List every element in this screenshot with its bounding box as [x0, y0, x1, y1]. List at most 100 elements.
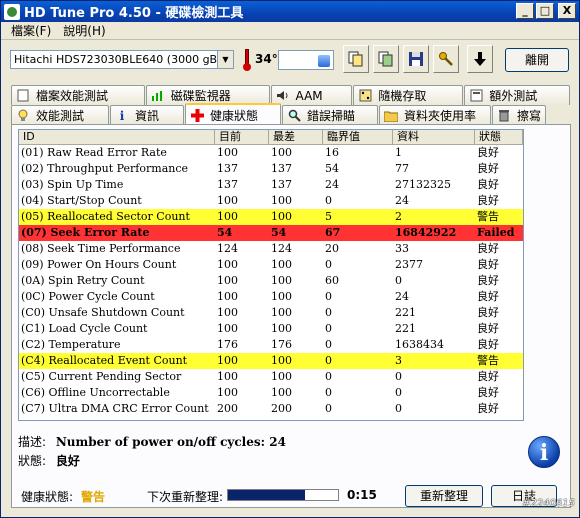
cell-thr: 0: [325, 370, 332, 383]
tab-file-benchmark[interactable]: 檔案效能測試: [11, 85, 145, 105]
health-status-label: 健康狀態:: [21, 490, 74, 504]
file-icon: [16, 89, 30, 103]
tab-label: 資料夾使用率: [404, 109, 477, 123]
table-row[interactable]: (0A) Spin Retry Count 100 100 60 0 良好: [19, 273, 523, 289]
cell-cur: 137: [217, 162, 238, 175]
copy-icon: [348, 51, 363, 67]
table-row[interactable]: (C2) Temperature 176 176 0 1638434 良好: [19, 337, 523, 353]
tab-info[interactable]: i 資訊: [110, 105, 184, 125]
copy-all-icon: [378, 51, 393, 67]
cell-thr: 20: [325, 242, 339, 255]
cell-data: 77: [395, 162, 409, 175]
state-label: 狀態:: [18, 454, 47, 468]
drive-name: Hitachi HDS723030BLE640 (3000 gB): [14, 53, 222, 66]
table-row[interactable]: (09) Power On Hours Count 100 100 0 2377 良好: [19, 257, 523, 273]
column-header-current[interactable]: 目前: [215, 130, 269, 144]
chart-icon: [151, 89, 165, 103]
next-refresh-label: 下次重新整理:: [147, 490, 224, 504]
info-icon: i: [528, 436, 560, 468]
tab-random-access[interactable]: 隨機存取: [353, 85, 464, 105]
table-row[interactable]: (02) Throughput Performance 137 137 54 77 良好: [19, 161, 523, 177]
thermometer-icon: [241, 49, 253, 71]
tab-aam[interactable]: AAM: [270, 85, 353, 105]
column-header-status[interactable]: 狀態: [475, 130, 523, 144]
table-row[interactable]: (C4) Reallocated Event Count 100 100 0 3 警告: [19, 353, 523, 369]
copy-button[interactable]: [343, 45, 369, 73]
cell-data: 27132325: [395, 178, 451, 191]
cell-status: Failed: [477, 226, 515, 239]
app-window: HD Tune Pro 4.50 - 硬碟檢測工具 _ □ X 檔案(F) 說明…: [0, 0, 580, 518]
dice-icon: [358, 89, 372, 103]
table-row[interactable]: (08) Seek Time Performance 124 124 20 33 良好: [19, 241, 523, 257]
cell-id: (07) Seek Error Rate: [21, 226, 150, 239]
tab-label: 擦寫: [517, 109, 542, 123]
tabs-row-1: 檔案效能測試 磁碟監視器 AAM 隨機存取 額外測試: [11, 85, 571, 105]
minimize-button[interactable]: _: [516, 3, 534, 19]
cell-worst: 176: [271, 338, 292, 351]
download-button[interactable]: [467, 45, 493, 73]
copy-all-button[interactable]: [373, 45, 399, 73]
cell-status: 良好: [477, 290, 499, 303]
tab-benchmark[interactable]: 效能測試: [11, 105, 109, 125]
cell-id: (09) Power On Hours Count: [21, 258, 177, 271]
tab-error-scan[interactable]: 錯誤掃瞄: [282, 105, 378, 125]
tab-folder-usage[interactable]: 資料夾使用率: [379, 105, 491, 125]
menu-file[interactable]: 檔案(F): [5, 22, 57, 39]
cell-thr: 0: [325, 258, 332, 271]
cell-status: 良好: [477, 386, 499, 399]
menu-help[interactable]: 說明(H): [57, 22, 111, 39]
cell-cur: 100: [217, 194, 238, 207]
table-row[interactable]: (C1) Load Cycle Count 100 100 0 221 良好: [19, 321, 523, 337]
drive-select[interactable]: Hitachi HDS723030BLE640 (3000 gB) ▼: [10, 50, 234, 69]
close-button[interactable]: X: [558, 3, 576, 19]
options-button[interactable]: [433, 45, 459, 73]
cell-status: 良好: [477, 306, 499, 319]
table-row[interactable]: (04) Start/Stop Count 100 100 0 24 良好: [19, 193, 523, 209]
table-row[interactable]: (03) Spin Up Time 137 137 24 27132325 良好: [19, 177, 523, 193]
cell-worst: 137: [271, 178, 292, 191]
description-value: Number of power on/off cycles: 24: [55, 435, 286, 449]
cell-cur: 100: [217, 306, 238, 319]
cell-worst: 100: [271, 386, 292, 399]
cell-worst: 124: [271, 242, 292, 255]
table-row[interactable]: (07) Seek Error Rate 54 54 67 16842922 Failed: [19, 225, 523, 241]
tab-extra-tests[interactable]: 額外測試: [464, 85, 570, 105]
cell-data: 24: [395, 194, 409, 207]
tab-erase[interactable]: 擦寫: [492, 105, 546, 125]
table-row[interactable]: (05) Reallocated Sector Count 100 100 5 2 警告: [19, 209, 523, 225]
cell-worst: 100: [271, 290, 292, 303]
cell-worst: 100: [271, 210, 292, 223]
description-area: 描述: Number of power on/off cycles: 24 狀態…: [18, 433, 518, 469]
window-title: HD Tune Pro 4.50 - 硬碟檢測工具: [24, 6, 244, 21]
tab-label: 額外測試: [489, 89, 538, 103]
maximize-button[interactable]: □: [536, 3, 554, 19]
smart-table[interactable]: ID 目前 最差 臨界值 資料 狀態 (01) Raw Read Error R…: [18, 129, 524, 421]
exit-button[interactable]: 離開: [505, 48, 569, 72]
table-row[interactable]: (C6) Offline Uncorrectable 100 100 0 0 良好: [19, 385, 523, 401]
cell-cur: 124: [217, 242, 238, 255]
cell-data: 24: [395, 290, 409, 303]
chevron-down-icon[interactable]: ▼: [217, 51, 233, 68]
refresh-button[interactable]: 重新整理: [405, 485, 483, 507]
table-row[interactable]: (0C) Power Cycle Count 100 100 0 24 良好: [19, 289, 523, 305]
column-header-worst[interactable]: 最差: [269, 130, 323, 144]
table-row[interactable]: (C5) Current Pending Sector 100 100 0 0 良好: [19, 369, 523, 385]
cell-status: 良好: [477, 402, 499, 415]
column-header-data[interactable]: 資料: [393, 130, 475, 144]
tab-disk-monitor[interactable]: 磁碟監視器: [145, 85, 270, 105]
tab-health[interactable]: 健康狀態: [185, 103, 281, 125]
speaker-icon: [276, 89, 290, 103]
table-row[interactable]: (C7) Ultra DMA CRC Error Count 200 200 0 0 良好: [19, 401, 523, 417]
cross-icon: [190, 108, 204, 122]
title-bar[interactable]: HD Tune Pro 4.50 - 硬碟檢測工具 _ □ X: [1, 1, 579, 22]
refresh-countdown: 0:15: [347, 488, 377, 502]
save-button[interactable]: [403, 45, 429, 73]
table-row[interactable]: (C0) Unsafe Shutdown Count 100 100 0 221 良好: [19, 305, 523, 321]
column-header-threshold[interactable]: 臨界值: [323, 130, 393, 144]
cell-cur: 100: [217, 274, 238, 287]
cell-thr: 0: [325, 306, 332, 319]
table-row[interactable]: (01) Raw Read Error Rate 100 100 16 1 良好: [19, 145, 523, 161]
cell-id: (C6) Offline Uncorrectable: [21, 386, 170, 399]
column-header-id[interactable]: ID: [19, 130, 215, 144]
cell-data: 221: [395, 322, 416, 335]
